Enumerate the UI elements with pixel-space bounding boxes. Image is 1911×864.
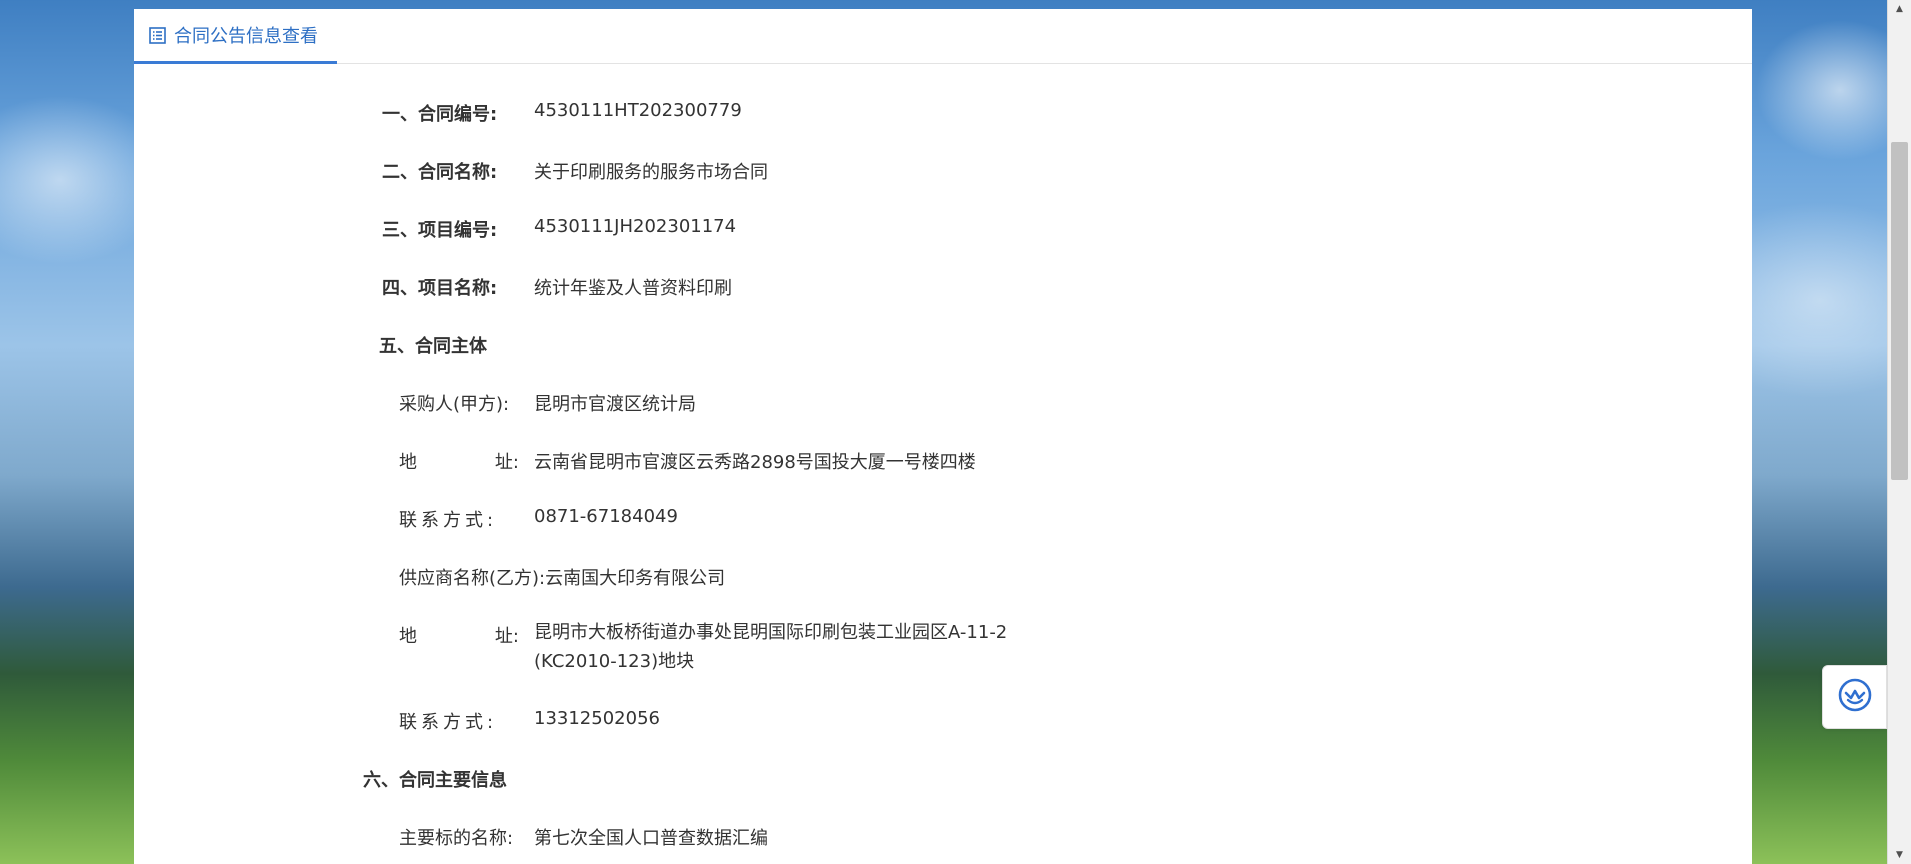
purchaser-contact-label: 联系方式:: [399, 510, 498, 531]
row-contract-no: 一、合同编号: 4530111HT202300779: [382, 100, 742, 126]
contract-info-panel: 合同公告信息查看 一、合同编号: 4530111HT202300779 二、合同…: [134, 9, 1752, 864]
supplier-address-line1: 昆明市大板桥街道办事处昆明国际印刷包装工业园区A-11-2: [534, 622, 1008, 643]
address-label-a: 地: [399, 626, 417, 647]
supplier-address-label: 地 址:: [399, 622, 519, 648]
supplier-label: 供应商名称(乙方):: [399, 568, 546, 589]
contract-name-label: 二、合同名称:: [382, 162, 498, 183]
address-label-a: 地: [399, 452, 417, 473]
supplier-address-value: 昆明市大板桥街道办事处昆明国际印刷包装工业园区A-11-2 (KC2010-12…: [534, 618, 1007, 676]
tab-label: 合同公告信息查看: [174, 26, 318, 47]
customer-service-icon: [1837, 677, 1873, 717]
tab-contract-announcement[interactable]: 合同公告信息查看: [134, 9, 337, 64]
purchaser-contact-value: 0871-67184049: [534, 506, 678, 527]
section-main-info-title: 六、合同主要信息: [363, 770, 507, 791]
row-project-no: 三、项目编号: 4530111JH202301174: [382, 216, 736, 242]
main-subject-label: 主要标的名称:: [399, 828, 514, 849]
project-no-value: 4530111JH202301174: [534, 216, 737, 237]
scrollbar[interactable]: ▲ ▼: [1887, 0, 1911, 864]
supplier-contact-label: 联系方式:: [399, 712, 498, 733]
row-supplier: 供应商名称(乙方): 云南国大印务有限公司: [399, 564, 725, 590]
scrollbar-thumb[interactable]: [1891, 142, 1908, 480]
section-contract-parties-title: 五、合同主体: [379, 336, 487, 357]
contract-name-value: 关于印刷服务的服务市场合同: [534, 162, 768, 183]
project-name-label: 四、项目名称:: [382, 278, 498, 299]
supplier-value: 云南国大印务有限公司: [545, 568, 726, 589]
row-supplier-address: 地 址: 昆明市大板桥街道办事处昆明国际印刷包装工业园区A-11-2 (KC20…: [399, 622, 1007, 676]
project-name-value: 统计年鉴及人普资料印刷: [534, 278, 732, 299]
section-contract-parties: 五、合同主体: [379, 332, 487, 358]
purchaser-label: 采购人(甲方):: [399, 394, 510, 415]
list-icon: [149, 26, 166, 44]
tab-bar: 合同公告信息查看: [134, 9, 1752, 64]
section-main-info: 六、合同主要信息: [363, 766, 507, 792]
supplier-contact-value: 13312502056: [534, 708, 660, 729]
row-contract-name: 二、合同名称: 关于印刷服务的服务市场合同: [382, 158, 768, 184]
row-purchaser-address: 地 址: 云南省昆明市官渡区云秀路2898号国投大厦一号楼四楼: [399, 448, 976, 474]
address-label-b: 址:: [494, 626, 519, 647]
arrow-up-icon[interactable]: ▲: [1888, 0, 1911, 18]
purchaser-address-label: 地 址:: [399, 448, 519, 474]
purchaser-address-value: 云南省昆明市官渡区云秀路2898号国投大厦一号楼四楼: [534, 452, 976, 473]
contract-no-label: 一、合同编号:: [382, 104, 498, 125]
row-purchaser: 采购人(甲方): 昆明市官渡区统计局: [399, 390, 696, 416]
purchaser-value: 昆明市官渡区统计局: [534, 394, 696, 415]
project-no-label: 三、项目编号:: [382, 220, 498, 241]
contract-no-value: 4530111HT202300779: [534, 100, 742, 121]
supplier-address-line2: (KC2010-123)地块: [534, 651, 695, 672]
row-purchaser-contact: 联系方式: 0871-67184049: [399, 506, 678, 532]
main-subject-value: 第七次全国人口普查数据汇编: [534, 828, 768, 849]
address-label-b: 址:: [494, 452, 519, 473]
row-project-name: 四、项目名称: 统计年鉴及人普资料印刷: [382, 274, 732, 300]
row-supplier-contact: 联系方式: 13312502056: [399, 708, 660, 734]
arrow-down-icon[interactable]: ▼: [1888, 846, 1911, 864]
customer-service-button[interactable]: [1822, 665, 1887, 729]
row-main-subject: 主要标的名称: 第七次全国人口普查数据汇编: [399, 824, 768, 850]
